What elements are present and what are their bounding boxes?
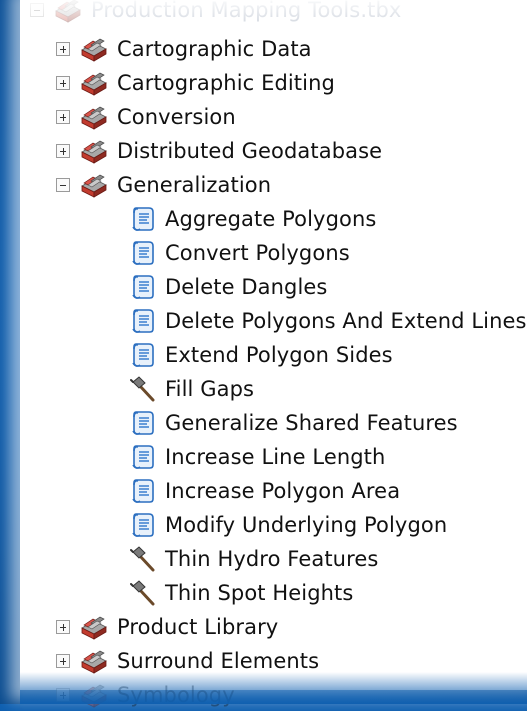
expand-toggle[interactable] — [56, 76, 70, 90]
toolbox-icon — [81, 38, 107, 62]
tree-item-label: Thin Spot Heights — [165, 581, 354, 605]
tree-item-label: Distributed Geodatabase — [117, 139, 383, 163]
expand-toggle[interactable] — [56, 110, 70, 124]
tool-increase-line-length[interactable]: Increase Line Length — [130, 441, 385, 473]
tool-thin-hydro-features[interactable]: Thin Hydro Features — [130, 543, 378, 575]
toolset-distributed-geodatabase[interactable]: Distributed Geodatabase — [56, 135, 382, 167]
toolbox-icon — [55, 0, 81, 23]
collapse-toggle[interactable] — [56, 178, 70, 192]
tree-item-label: Production Mapping Tools.tbx — [91, 0, 402, 22]
tree-item-label: Delete Dangles — [165, 275, 328, 299]
toolset-cartographic-editing[interactable]: Cartographic Editing — [56, 67, 335, 99]
tree-item-label: Increase Polygon Area — [165, 479, 401, 503]
tree-item-label: Cartographic Editing — [117, 71, 335, 95]
toolset-generalization[interactable]: Generalization — [56, 169, 271, 201]
tree-item-label: Cartographic Data — [117, 37, 312, 61]
tree-item-label: Generalize Shared Features — [165, 411, 458, 435]
expand-toggle[interactable] — [56, 42, 70, 56]
toolbox-icon — [81, 684, 107, 708]
tool-delete-dangles[interactable]: Delete Dangles — [130, 271, 327, 303]
tree-item-label: Product Library — [117, 615, 279, 639]
tool-fill-gaps[interactable]: Fill Gaps — [130, 373, 254, 405]
tree-item-label: Conversion — [117, 105, 236, 129]
expand-toggle[interactable] — [56, 688, 70, 702]
expand-toggle[interactable] — [56, 620, 70, 634]
toolbox-icon — [81, 650, 107, 674]
tree-item-label: Generalization — [117, 173, 272, 197]
tool-aggregate-polygons[interactable]: Aggregate Polygons — [130, 203, 376, 235]
collapse-toggle[interactable] — [30, 3, 44, 17]
script-icon — [132, 343, 154, 367]
toolset-conversion[interactable]: Conversion — [56, 101, 236, 133]
tool-delete-polygons-and-extend-lines[interactable]: Delete Polygons And Extend Lines — [130, 305, 527, 337]
toolbox-icon — [81, 616, 107, 640]
toolbox-icon — [81, 140, 107, 164]
toolset-product-library[interactable]: Product Library — [56, 611, 278, 643]
script-icon — [132, 241, 154, 265]
tree-item-label: Fill Gaps — [165, 377, 255, 401]
script-icon — [132, 513, 154, 537]
toolbox-root[interactable]: Production Mapping Tools.tbx — [30, 0, 401, 26]
toolbox-icon — [81, 72, 107, 96]
tool-increase-polygon-area[interactable]: Increase Polygon Area — [130, 475, 400, 507]
expand-toggle[interactable] — [56, 144, 70, 158]
tool-extend-polygon-sides[interactable]: Extend Polygon Sides — [130, 339, 393, 371]
tree-item-label: Surround Elements — [117, 649, 320, 673]
hammer-icon — [130, 580, 155, 606]
tree-item-label: Aggregate Polygons — [165, 207, 377, 231]
hammer-icon — [130, 546, 155, 572]
toolbox-icon — [81, 106, 107, 130]
script-icon — [132, 309, 154, 333]
toolset-surround-elements[interactable]: Surround Elements — [56, 645, 319, 677]
hammer-icon — [130, 376, 155, 402]
script-icon — [132, 411, 154, 435]
script-icon — [132, 445, 154, 469]
script-icon — [132, 275, 154, 299]
tree-item-label: Thin Hydro Features — [165, 547, 379, 571]
tool-convert-polygons[interactable]: Convert Polygons — [130, 237, 350, 269]
tree-item-label: Extend Polygon Sides — [165, 343, 393, 367]
toolbox-icon — [81, 174, 107, 198]
script-icon — [132, 207, 154, 231]
toolset-cartographic-data[interactable]: Cartographic Data — [56, 33, 312, 65]
tool-thin-spot-heights[interactable]: Thin Spot Heights — [130, 577, 353, 609]
tree-item-label: Symbology — [117, 683, 235, 707]
toolset-symbology[interactable]: Symbology — [56, 679, 235, 711]
tree-item-label: Convert Polygons — [165, 241, 350, 265]
tree-item-label: Modify Underlying Polygon — [165, 513, 448, 537]
expand-toggle[interactable] — [56, 654, 70, 668]
script-icon — [132, 479, 154, 503]
tool-modify-underlying-polygon[interactable]: Modify Underlying Polygon — [130, 509, 447, 541]
tree-item-label: Delete Polygons And Extend Lines — [165, 309, 527, 333]
tree-item-label: Increase Line Length — [165, 445, 386, 469]
tool-generalize-shared-features[interactable]: Generalize Shared Features — [130, 407, 458, 439]
